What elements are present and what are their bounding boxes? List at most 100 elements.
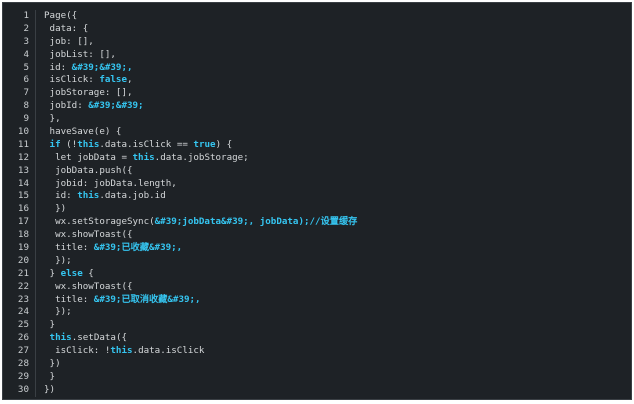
- gutter-separator: [35, 383, 36, 397]
- code-token: title:: [44, 293, 94, 305]
- line-number: 2: [23, 22, 29, 34]
- line-text: }): [44, 384, 631, 397]
- code-line: 11 if (!this.data.isClick == true) {: [3, 138, 631, 152]
- line-number: 30: [17, 383, 29, 395]
- line-number: 20: [17, 254, 29, 266]
- line-text: id: this.data.job.id: [44, 190, 631, 203]
- line-number: 17: [17, 216, 29, 228]
- gutter-separator: [35, 203, 36, 217]
- line-number: 7: [23, 87, 29, 99]
- line-number: 5: [23, 61, 29, 73]
- line-number: 3: [23, 35, 29, 47]
- code-line: 2 data: {: [3, 22, 631, 36]
- gutter-separator: [35, 190, 36, 204]
- line-text: });: [44, 306, 631, 319]
- code-token: id:: [44, 61, 72, 73]
- code-line: 10 haveSave(e) {: [3, 126, 631, 139]
- line-number: 27: [17, 345, 29, 357]
- gutter-separator: [35, 177, 36, 191]
- line-number: 19: [17, 242, 29, 254]
- code-token: this: [49, 332, 72, 344]
- code-token: if: [49, 138, 61, 150]
- line-number: 1: [23, 10, 29, 21]
- code-line: 22 wx.showToast({: [3, 280, 631, 294]
- gutter-separator: [35, 242, 36, 255]
- code-token: }: [44, 319, 56, 331]
- line-text: wx.showToast({: [44, 281, 631, 294]
- code-token: jobList: [],: [44, 48, 116, 60]
- code-line: 16 }): [3, 203, 631, 217]
- code-line: 1 Page({: [3, 10, 631, 23]
- code-token: this: [110, 345, 133, 357]
- code-line: 5 id: &#39;&#39;,: [3, 61, 631, 75]
- line-text: });: [44, 255, 631, 268]
- line-text: isClick: false,: [44, 74, 631, 87]
- line-text: }): [44, 358, 631, 371]
- code-token: &#39;已收藏&#39;,: [93, 242, 183, 254]
- gutter-separator: [35, 319, 36, 333]
- line-number: 26: [17, 332, 29, 344]
- code-token: this: [132, 151, 155, 163]
- code-line: 8 jobId: &#39;&#39;: [3, 100, 631, 114]
- gutter-separator: [35, 138, 36, 152]
- gutter-separator: [35, 126, 36, 139]
- code-token: }): [44, 203, 67, 215]
- gutter-separator: [35, 35, 36, 49]
- code-token: ) {: [215, 138, 233, 150]
- line-number: 6: [23, 74, 29, 86]
- gutter-separator: [35, 280, 36, 294]
- line-text: },: [44, 113, 631, 126]
- code-line: 23 title: &#39;已取消收藏&#39;,: [3, 293, 631, 307]
- code-token: &#39;&#39;,: [71, 61, 133, 73]
- line-text: job: [],: [44, 36, 631, 49]
- code-token: Page({: [44, 10, 78, 21]
- gutter-separator: [35, 61, 36, 75]
- gutter-separator: [35, 100, 36, 114]
- code-token: isClick:: [44, 74, 100, 86]
- code-token: .data.isClick ==: [99, 138, 194, 150]
- code-token: else: [60, 267, 83, 279]
- line-number: 15: [17, 190, 29, 202]
- gutter-separator: [35, 306, 36, 320]
- code-line: 21 } else {: [3, 267, 631, 281]
- code-line: 7 jobStorage: [],: [3, 87, 631, 101]
- code-line: 3 job: [],: [3, 35, 631, 49]
- gutter-separator: [35, 229, 36, 243]
- gutter-separator: [35, 293, 36, 307]
- code-token: }: [44, 267, 61, 279]
- line-number: 16: [17, 203, 29, 215]
- code-token: jobid: jobData.length,: [44, 177, 177, 189]
- code-token: this: [77, 138, 100, 150]
- gutter-separator: [35, 22, 36, 36]
- code-line: 12 let jobData = this.data.jobStorage;: [3, 151, 631, 165]
- line-number: 29: [17, 370, 29, 382]
- code-line: 18 wx.showToast({: [3, 229, 631, 243]
- gutter-separator: [35, 151, 36, 165]
- code-token: haveSave(e) {: [44, 126, 122, 138]
- line-text: if (!this.data.isClick == true) {: [44, 139, 631, 152]
- code-line: 13 jobData.push({: [3, 164, 631, 178]
- code-block: 1 Page({2 data: {3 job: [], 4 jobList: [],…: [3, 10, 631, 397]
- code-token: title:: [44, 242, 94, 254]
- code-token: .data.jobStorage;: [154, 151, 249, 163]
- line-text: jobid: jobData.length,: [44, 178, 631, 191]
- line-text: haveSave(e) {: [44, 126, 631, 139]
- code-token: .setData({: [71, 332, 128, 344]
- gutter-separator: [35, 74, 36, 88]
- line-text: }: [44, 319, 631, 332]
- line-number: 14: [17, 177, 29, 189]
- code-line: 14 jobid: jobData.length,: [3, 177, 631, 191]
- code-token: let jobData =: [44, 151, 133, 163]
- code-line: 24 });: [3, 306, 631, 320]
- code-token: &#39;&#39;: [88, 100, 144, 112]
- line-number: 21: [17, 267, 29, 279]
- line-text: this.setData({: [44, 332, 631, 345]
- line-text: jobData.push({: [44, 165, 631, 178]
- gutter-separator: [35, 345, 36, 359]
- line-number: 8: [23, 100, 29, 112]
- line-number: 12: [17, 151, 29, 163]
- code-line: 15 id: this.data.job.id: [3, 190, 631, 204]
- line-number: 4: [23, 48, 29, 60]
- line-number: 18: [17, 229, 29, 241]
- gutter-separator: [35, 332, 36, 346]
